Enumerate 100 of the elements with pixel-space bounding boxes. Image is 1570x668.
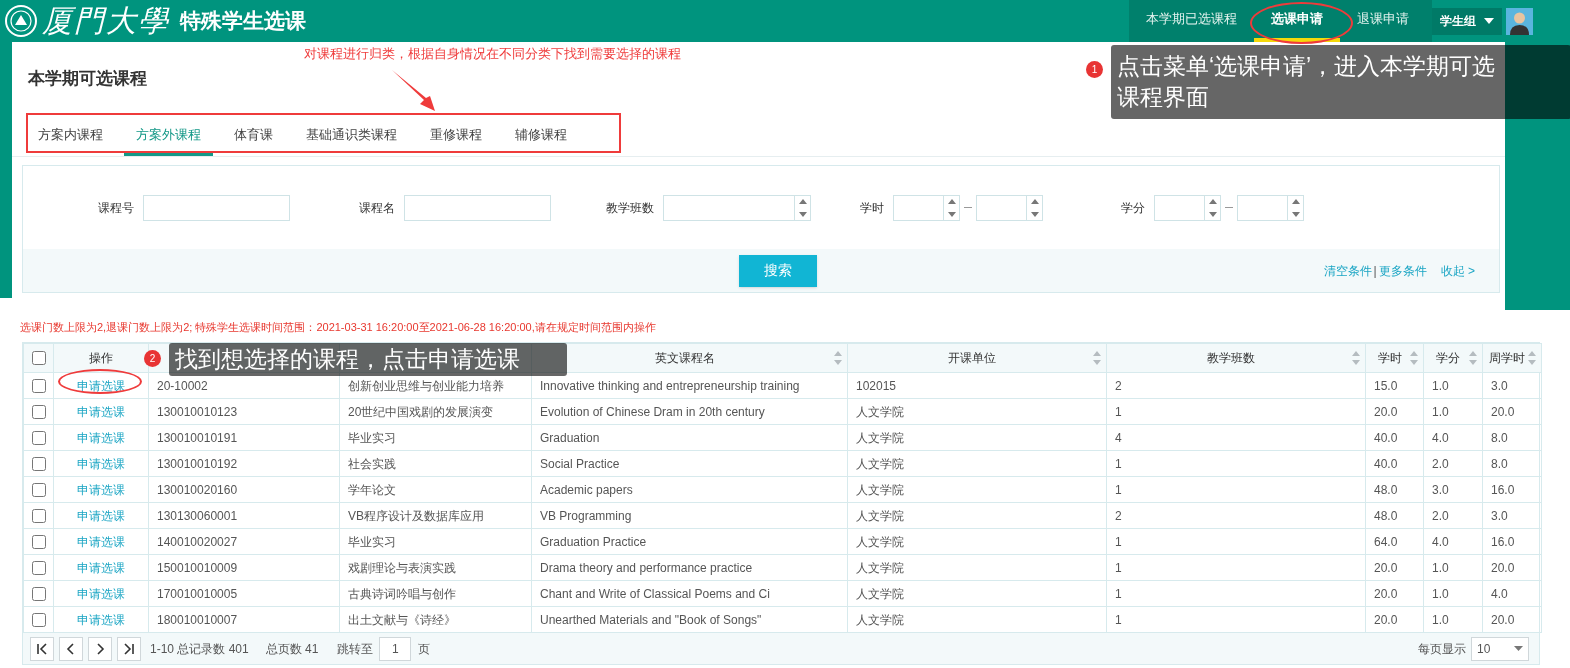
- table-cell: 20.0: [1374, 586, 1398, 601]
- page-size-select[interactable]: 10: [1471, 636, 1529, 661]
- more-conditions-link[interactable]: 更多条件: [1378, 261, 1427, 280]
- table-cell: 1.0: [1432, 586, 1449, 601]
- field-label: 学时: [860, 199, 884, 217]
- table-cell: 48.0: [1374, 508, 1398, 523]
- table-cell: 2.0: [1432, 456, 1449, 471]
- column-header: 学分: [1436, 351, 1460, 365]
- category-tab[interactable]: 方案内课程: [26, 116, 115, 156]
- clear-conditions-link[interactable]: 清空条件: [1323, 261, 1372, 280]
- input-field[interactable]: [143, 194, 290, 221]
- table-cell: 出土文献与《诗经》: [348, 612, 456, 627]
- category-tab[interactable]: 体育课: [222, 116, 285, 156]
- table-cell: 102015: [856, 378, 897, 393]
- table-cell: 人文学院: [856, 482, 904, 497]
- number-field[interactable]: [1237, 194, 1304, 221]
- number-field[interactable]: [1154, 194, 1221, 221]
- collapse-link[interactable]: 收起 >: [1440, 261, 1475, 280]
- table-cell: 学年论文: [348, 482, 396, 497]
- table-cell: 人文学院: [856, 456, 904, 471]
- table-cell: 3.0: [1491, 378, 1508, 393]
- page-input[interactable]: 1: [379, 636, 412, 661]
- row-checkbox[interactable]: [31, 404, 46, 419]
- spinner-arrows[interactable]: [1204, 195, 1220, 220]
- page-count: 总页数 41: [265, 640, 319, 658]
- search-button[interactable]: 搜索: [739, 254, 817, 287]
- table-cell: 人文学院: [856, 534, 904, 549]
- table-cell: 16.0: [1491, 482, 1515, 497]
- table-cell: 1: [1115, 456, 1122, 471]
- nav-tab[interactable]: 选课申请: [1254, 0, 1340, 42]
- row-checkbox[interactable]: [31, 456, 46, 471]
- last-page-icon: [122, 641, 136, 656]
- table-cell: VB程序设计及数据库应用: [348, 508, 484, 523]
- table-cell: 20.0: [1374, 612, 1398, 627]
- table-cell: 2.0: [1432, 508, 1449, 523]
- table-cell: 64.0: [1374, 534, 1398, 549]
- table-cell: 毕业实习: [348, 534, 396, 549]
- table-cell: 1.0: [1432, 378, 1449, 393]
- row-checkbox[interactable]: [31, 482, 46, 497]
- table-cell: 毕业实习: [348, 430, 396, 445]
- table-cell: 130010020160: [157, 482, 238, 497]
- row-checkbox[interactable]: [31, 586, 46, 601]
- select-all-checkbox[interactable]: [31, 351, 46, 365]
- caret-icon: [1484, 18, 1494, 24]
- table-cell: 1: [1115, 586, 1122, 601]
- nav-tab[interactable]: 退课申请: [1340, 0, 1426, 42]
- category-tab[interactable]: 重修课程: [418, 116, 494, 156]
- number-field[interactable]: [976, 194, 1043, 221]
- row-checkbox[interactable]: [31, 560, 46, 575]
- category-tab[interactable]: 辅修课程: [503, 116, 579, 156]
- spinner-arrows[interactable]: [794, 195, 810, 220]
- university-emblem-icon: [4, 4, 38, 38]
- column-header: 开课单位: [948, 351, 996, 365]
- category-tab[interactable]: 基础通识类课程: [294, 116, 409, 156]
- column-header: 教学班数: [1207, 351, 1255, 365]
- table-cell: 1: [1115, 612, 1122, 627]
- jump-label: 跳转至: [337, 640, 374, 658]
- column-header: 英文课程名: [654, 351, 715, 365]
- table-cell: 4.0: [1432, 430, 1449, 445]
- avatar-icon[interactable]: [1506, 7, 1533, 35]
- number-field[interactable]: [663, 194, 811, 221]
- table-cell: 创新创业思维与创业能力培养: [348, 378, 504, 393]
- spinner-arrows[interactable]: [943, 195, 959, 220]
- table-cell: 20.0: [1491, 560, 1515, 575]
- category-tab[interactable]: 方案外课程: [124, 116, 213, 156]
- column-header: 学时: [1377, 351, 1402, 365]
- field-label: 课程名: [359, 199, 395, 217]
- first-page-icon: [35, 641, 49, 656]
- row-checkbox[interactable]: [31, 534, 46, 549]
- spinner-arrows[interactable]: [1026, 195, 1042, 220]
- table-cell: 人文学院: [856, 560, 904, 575]
- spinner-arrows[interactable]: [1287, 195, 1303, 220]
- input-field[interactable]: [404, 194, 551, 221]
- first-page-button[interactable]: [30, 636, 54, 661]
- table-cell: 3.0: [1491, 508, 1508, 523]
- nav-tab[interactable]: 本学期已选课程: [1129, 0, 1254, 42]
- number-field[interactable]: [893, 194, 960, 221]
- next-page-button[interactable]: [88, 636, 112, 661]
- table-cell: 40.0: [1374, 430, 1398, 445]
- page-size-label: 每页显示: [1418, 640, 1466, 658]
- table-cell: 130010010192: [157, 456, 238, 471]
- table-cell: 4.0: [1432, 534, 1449, 549]
- user-group-dropdown[interactable]: 学生组: [1432, 7, 1502, 35]
- table-cell: 1.0: [1432, 404, 1449, 419]
- row-checkbox[interactable]: [31, 612, 46, 627]
- last-page-button[interactable]: [117, 636, 141, 661]
- record-summary: 1-10 总记录数 401: [150, 640, 249, 658]
- table-cell: Social Practice: [540, 456, 620, 471]
- table-cell: Academic papers: [540, 482, 633, 497]
- table-cell: 4: [1115, 430, 1122, 445]
- row-checkbox[interactable]: [31, 508, 46, 523]
- field-label: 学分: [1121, 199, 1145, 217]
- table-cell: 2: [1115, 378, 1122, 393]
- table-cell: Unearthed Materials and "Book of Songs": [540, 612, 762, 627]
- table-cell: 1: [1115, 404, 1122, 419]
- table-cell: 4.0: [1491, 586, 1508, 601]
- caret-icon: [1514, 646, 1523, 651]
- row-checkbox[interactable]: [31, 430, 46, 445]
- previous-page-button[interactable]: [59, 636, 83, 661]
- row-checkbox[interactable]: [31, 378, 46, 393]
